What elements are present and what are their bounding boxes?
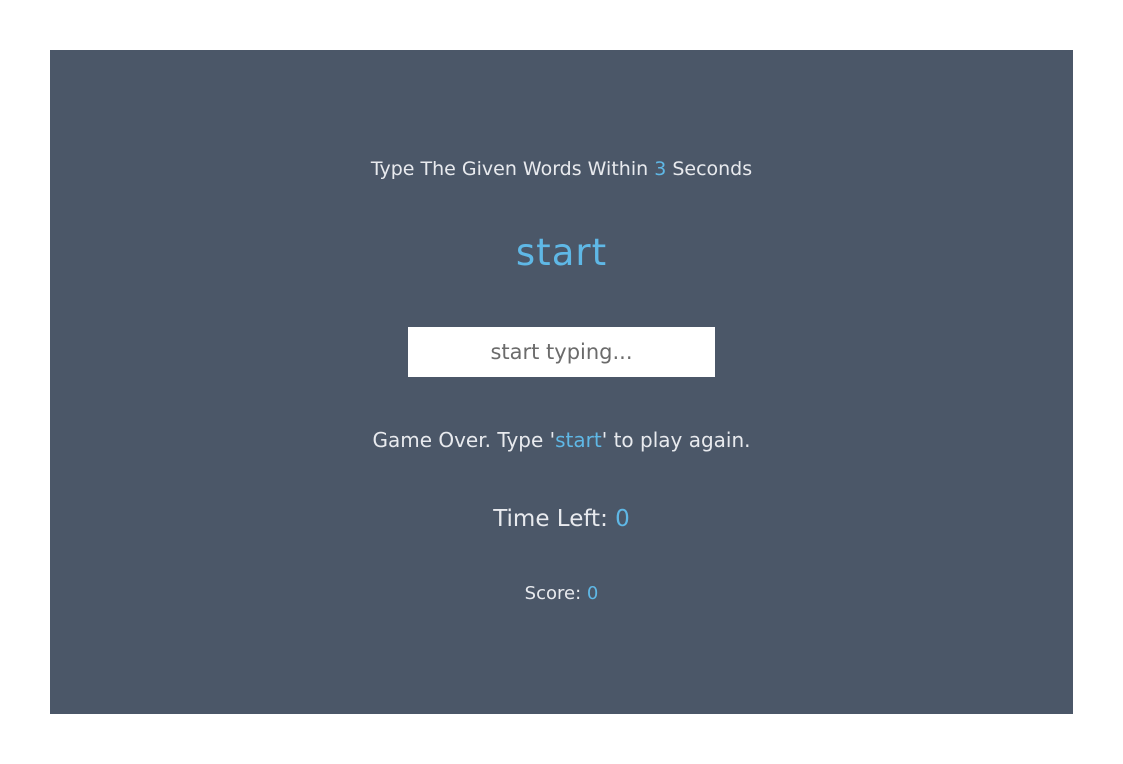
- instruction-prefix: Type The Given Words Within: [370, 158, 655, 180]
- seconds-value: 3: [654, 158, 667, 180]
- score-label: Score:: [524, 583, 587, 604]
- message-prefix: Game Over. Type ': [372, 428, 556, 452]
- instruction-suffix: Seconds: [666, 158, 753, 180]
- time-left: Time Left: 0: [50, 503, 1073, 535]
- time-left-value: 0: [615, 506, 630, 532]
- instruction-text: Type The Given Words Within 3 Seconds: [50, 156, 1073, 182]
- word-input[interactable]: [408, 327, 715, 377]
- score: Score: 0: [50, 582, 1073, 606]
- time-left-label: Time Left:: [493, 506, 616, 532]
- game-message: Game Over. Type 'start' to play again.: [50, 426, 1073, 454]
- message-suffix: ' to play again.: [601, 428, 751, 452]
- message-keyword: start: [555, 428, 602, 452]
- game-panel: Type The Given Words Within 3 Seconds st…: [50, 50, 1073, 714]
- score-value: 0: [586, 583, 599, 604]
- current-word: start: [515, 231, 608, 274]
